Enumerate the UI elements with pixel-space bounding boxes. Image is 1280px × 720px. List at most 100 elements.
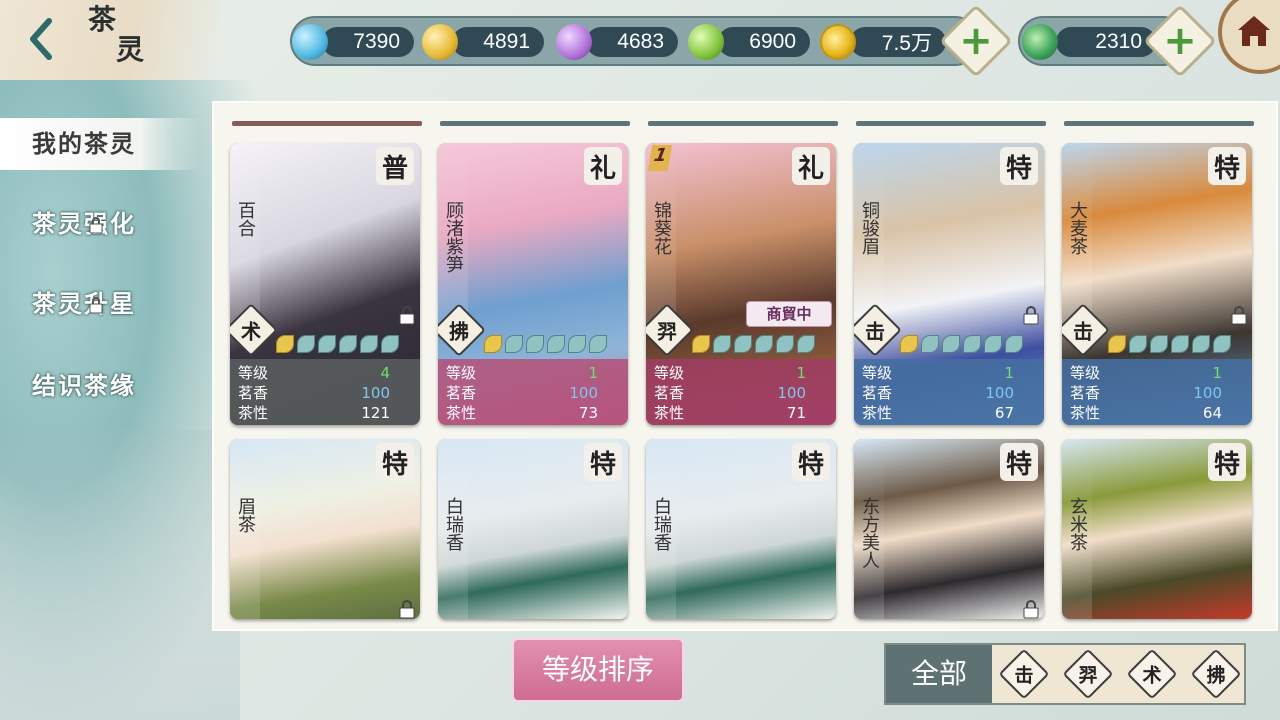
leaf-icon <box>1150 335 1168 353</box>
leaf-icon <box>381 335 399 353</box>
aroma-value: 100 <box>777 384 806 402</box>
leaf-icon <box>339 335 357 353</box>
add-currency-button[interactable]: + <box>939 4 1013 78</box>
add-jade-button[interactable]: + <box>1143 4 1217 78</box>
purple-gem-icon <box>556 24 592 60</box>
card-name: 东方美人 <box>854 439 884 619</box>
type-badge-label: 术 <box>241 319 261 344</box>
level-value: 1 <box>588 364 598 382</box>
nature-label: 茶性 <box>446 404 477 422</box>
home-button[interactable] <box>1218 0 1280 74</box>
aroma-label: 茗香 <box>446 384 477 402</box>
card-stats: 等级 4 茗香 100 茶性 121 <box>230 359 420 425</box>
leaf-icon <box>1213 335 1231 353</box>
filter-type-button[interactable]: 拂 <box>1190 648 1242 700</box>
menu-item-tea-bond[interactable]: 结识茶缘 <box>0 360 200 412</box>
currency-bar: 7390 4891 4683 6900 7.5万 + <box>290 4 1013 78</box>
currency-purple-gem-value: 4683 <box>586 27 678 57</box>
card-name: 顾渚紫笋 <box>438 143 468 329</box>
filter-type-label: 术 <box>1142 664 1162 687</box>
rank-badge: 特 <box>1000 147 1038 185</box>
back-arrow-icon <box>30 18 52 60</box>
nature-label: 茶性 <box>862 404 893 422</box>
rank-badge: 特 <box>1000 443 1038 481</box>
tea-spirit-card[interactable]: 顾渚紫笋 礼 拂 等级 1 茗香 100 茶性 73 <box>438 143 628 425</box>
filter-all-button[interactable]: 全部 <box>886 645 992 703</box>
leaf-icon <box>1171 335 1189 353</box>
tea-spirit-card[interactable]: 玄米茶 特 <box>1062 439 1252 619</box>
menu-item-my-tea-spirits[interactable]: 我的茶灵 <box>0 118 200 170</box>
nature-value: 121 <box>361 404 390 422</box>
tea-spirit-card[interactable]: 东方美人 特 <box>854 439 1044 619</box>
menu-item-star-up-label: 茶灵升星 <box>32 289 136 318</box>
card-name: 锦葵花 <box>646 143 676 329</box>
card-name: 白瑞香 <box>438 439 468 619</box>
gold-leaf-icon <box>692 335 710 353</box>
aroma-value: 100 <box>1193 384 1222 402</box>
tea-spirit-card[interactable]: 大麦茶 特 击 等级 1 茗香 100 茶性 64 <box>1062 143 1252 425</box>
filter-type-label: 拂 <box>1206 664 1226 687</box>
leaf-icon <box>734 335 752 353</box>
aroma-value: 100 <box>361 384 390 402</box>
card-name: 白瑞香 <box>646 439 676 619</box>
gold-leaf-icon <box>1108 335 1126 353</box>
filter-type-button[interactable]: 羿 <box>1062 648 1114 700</box>
leaf-icon <box>797 335 815 353</box>
leaf-icon <box>1192 335 1210 353</box>
card-stats: 等级 1 茗香 100 茶性 64 <box>1062 359 1252 425</box>
tea-spirit-card[interactable]: 白瑞香 特 <box>438 439 628 619</box>
leaf-icon <box>755 335 773 353</box>
leaf-icon <box>921 335 939 353</box>
nature-value: 71 <box>786 404 806 422</box>
currency-gold-gem-value: 4891 <box>452 27 544 57</box>
nature-label: 茶性 <box>654 404 685 422</box>
card-top-bar <box>1064 121 1254 126</box>
leaf-icon <box>963 335 981 353</box>
leaf-icon <box>568 335 586 353</box>
level-label: 等级 <box>862 364 893 382</box>
aroma-label: 茗香 <box>1070 384 1101 402</box>
nature-value: 67 <box>994 404 1014 422</box>
filter-type-label: 击 <box>1014 664 1034 687</box>
currency-green-gem-value: 6900 <box>718 27 810 57</box>
lock-icon <box>399 600 415 619</box>
gold-gem-icon <box>422 24 458 60</box>
back-button[interactable] <box>22 14 58 64</box>
gold-leaf-icon <box>484 335 502 353</box>
aroma-label: 茗香 <box>238 384 269 402</box>
tea-spirit-card[interactable]: 1 锦葵花 礼 商貿中 羿 等级 1 茗香 100 茶性 71 <box>646 143 836 425</box>
nature-label: 茶性 <box>1070 404 1101 422</box>
lock-icon <box>1023 600 1039 619</box>
rank-badge: 特 <box>792 443 830 481</box>
leaf-icon <box>713 335 731 353</box>
menu-item-star-up[interactable]: 茶灵升星 <box>0 278 200 330</box>
sort-by-level-button[interactable]: 等级排序 <box>512 638 684 702</box>
filter-type-button[interactable]: 术 <box>1126 648 1178 700</box>
tea-spirit-card[interactable]: 百合 普 术 等级 4 茗香 100 茶性 121 <box>230 143 420 425</box>
type-badge-label: 击 <box>1073 319 1093 344</box>
tea-spirit-card[interactable]: 铜骏眉 特 击 等级 1 茗香 100 茶性 67 <box>854 143 1044 425</box>
star-leaves <box>692 335 815 355</box>
type-badge-label: 拂 <box>449 319 469 344</box>
aroma-label: 茗香 <box>862 384 893 402</box>
jade-bar: 2310 + <box>1018 4 1217 78</box>
gold-leaf-icon <box>276 335 294 353</box>
lock-icon <box>89 217 103 234</box>
tea-spirit-card[interactable]: 眉茶 特 <box>230 439 420 619</box>
star-leaves <box>484 335 607 355</box>
rank-badge: 礼 <box>792 147 830 185</box>
tea-spirit-card[interactable]: 白瑞香 特 <box>646 439 836 619</box>
level-value: 1 <box>796 364 806 382</box>
rank-badge: 普 <box>376 147 414 185</box>
card-name: 玄米茶 <box>1062 439 1092 619</box>
card-stats: 等级 1 茗香 100 茶性 67 <box>854 359 1044 425</box>
rank-badge: 特 <box>1208 443 1246 481</box>
filter-type-button[interactable]: 击 <box>998 648 1050 700</box>
menu-item-enhance[interactable]: 茶灵强化 <box>0 198 200 250</box>
card-name: 铜骏眉 <box>854 143 884 329</box>
tea-spirit-list-panel: 百合 普 术 等级 4 茗香 100 茶性 121 顾渚紫笋 礼 拂 等级 1 … <box>212 101 1278 631</box>
page-title-line2: 灵 <box>116 33 145 66</box>
lock-icon <box>1023 306 1039 325</box>
card-top-bar <box>856 121 1046 126</box>
rank-badge: 礼 <box>584 147 622 185</box>
